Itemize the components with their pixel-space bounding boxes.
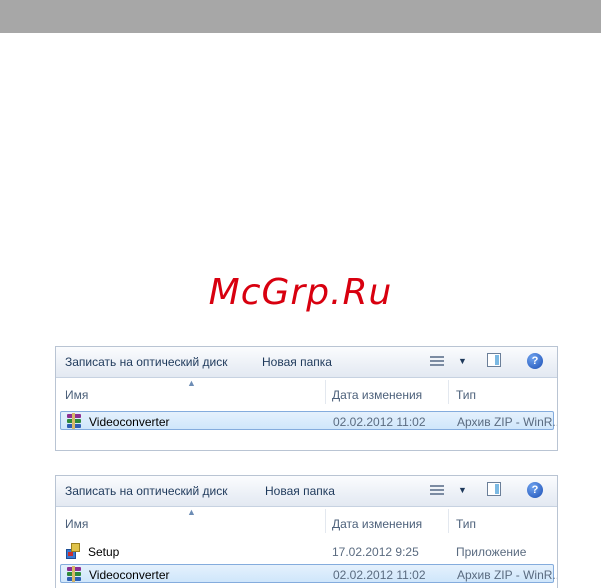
column-header-name[interactable]: Имя xyxy=(65,388,88,402)
chevron-down-icon[interactable]: ▼ xyxy=(458,356,467,366)
column-header: ▲ Имя Дата изменения Тип xyxy=(56,507,557,535)
column-header-date[interactable]: Дата изменения xyxy=(332,517,422,531)
file-type: Архив ZIP - WinR... xyxy=(457,415,558,429)
column-divider[interactable] xyxy=(448,380,449,404)
column-header-date[interactable]: Дата изменения xyxy=(332,388,422,402)
burn-to-disc-button[interactable]: Записать на оптический диск xyxy=(65,355,228,369)
column-divider[interactable] xyxy=(448,509,449,533)
winrar-archive-icon xyxy=(66,413,82,429)
file-name: Videoconverter xyxy=(89,568,170,582)
explorer-window-2: Записать на оптический диск Новая папка … xyxy=(55,475,558,588)
file-row-videoconverter[interactable]: Videoconverter 02.02.2012 11:02 Архив ZI… xyxy=(60,411,557,430)
file-date: 02.02.2012 11:02 xyxy=(333,415,426,429)
column-header-type[interactable]: Тип xyxy=(456,388,476,402)
view-options-icon[interactable] xyxy=(430,355,444,367)
explorer-window-1: Записать на оптический диск Новая папка … xyxy=(55,346,558,451)
file-type: Архив ZIP - WinR... xyxy=(457,568,558,582)
new-folder-button[interactable]: Новая папка xyxy=(265,484,335,498)
help-icon[interactable]: ? xyxy=(527,353,543,369)
sort-ascending-icon: ▲ xyxy=(187,378,196,388)
new-folder-button[interactable]: Новая папка xyxy=(262,355,332,369)
column-header: ▲ Имя Дата изменения Тип xyxy=(56,378,557,406)
explorer-toolbar: Записать на оптический диск Новая папка … xyxy=(56,476,557,507)
file-row-videoconverter[interactable]: Videoconverter 02.02.2012 11:02 Архив ZI… xyxy=(60,564,557,583)
view-options-icon[interactable] xyxy=(430,484,444,496)
top-bar xyxy=(0,0,601,33)
file-row-setup[interactable]: Setup 17.02.2012 9:25 Приложение xyxy=(60,542,554,561)
file-date: 02.02.2012 11:02 xyxy=(333,568,426,582)
preview-pane-icon[interactable] xyxy=(487,482,501,496)
file-name: Setup xyxy=(88,545,120,559)
file-date: 17.02.2012 9:25 xyxy=(332,545,419,559)
column-header-type[interactable]: Тип xyxy=(456,517,476,531)
help-icon[interactable]: ? xyxy=(527,482,543,498)
file-type: Приложение xyxy=(456,545,527,559)
chevron-down-icon[interactable]: ▼ xyxy=(458,485,467,495)
sort-ascending-icon: ▲ xyxy=(187,507,196,517)
preview-pane-icon[interactable] xyxy=(487,353,501,367)
watermark: McGrp.Ru xyxy=(208,272,393,313)
explorer-toolbar: Записать на оптический диск Новая папка … xyxy=(56,347,557,378)
setup-app-icon xyxy=(65,543,81,559)
column-header-name[interactable]: Имя xyxy=(65,517,88,531)
burn-to-disc-button[interactable]: Записать на оптический диск xyxy=(65,484,228,498)
winrar-archive-icon xyxy=(66,566,82,582)
file-name: Videoconverter xyxy=(89,415,170,429)
column-divider[interactable] xyxy=(325,380,326,404)
column-divider[interactable] xyxy=(325,509,326,533)
